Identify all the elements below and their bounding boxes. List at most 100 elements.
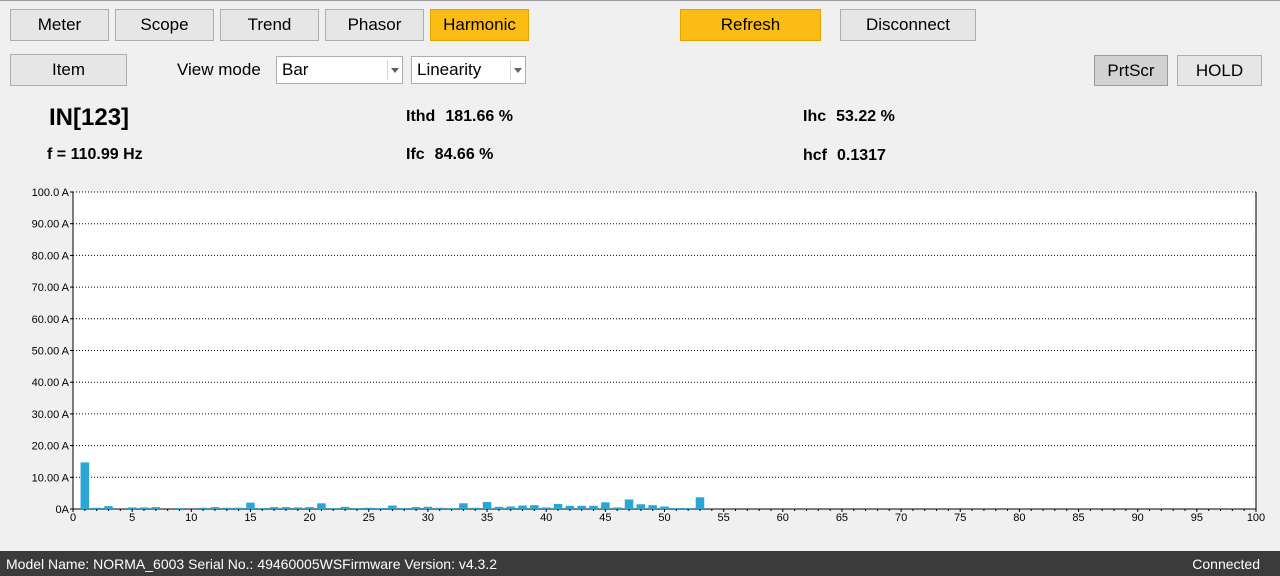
harmonic-bar	[234, 507, 243, 509]
harmonic-bar	[305, 507, 314, 509]
x-tick-label: 25	[363, 512, 375, 524]
ithd-label: Ithd	[406, 108, 436, 125]
harmonic-bar	[553, 503, 563, 509]
channel-title: IN[123]	[49, 104, 130, 131]
y-tick-label: 60.00 A	[32, 314, 70, 326]
harmonic-bar	[494, 506, 504, 509]
harmonic-bar	[695, 497, 705, 509]
x-tick-label: 55	[718, 512, 730, 524]
x-tick-label: 30	[422, 512, 434, 524]
harmonic-bar	[210, 507, 220, 509]
view-mode-select[interactable]: Bar	[276, 56, 403, 84]
harmonic-bar	[612, 507, 622, 509]
harmonic-bar	[411, 507, 421, 509]
refresh-button[interactable]: Refresh	[680, 9, 821, 41]
harmonic-bar	[530, 505, 539, 509]
harmonic-bar	[399, 508, 409, 509]
ifc-value: 84.66 %	[434, 146, 494, 163]
status-bar: Model Name: NORMA_6003 Serial No.: 49460…	[0, 551, 1280, 576]
harmonic-bar	[175, 508, 184, 509]
tab-trend[interactable]: Trend	[220, 9, 319, 41]
harmonic-bar	[364, 507, 374, 509]
x-tick-label: 80	[1013, 512, 1025, 524]
harmonic-bar	[541, 507, 551, 509]
ihc-readout: Ihc 53.22 %	[803, 108, 895, 126]
hcf-value: 0.1317	[837, 147, 886, 164]
harmonic-bar	[222, 507, 232, 509]
hcf-label: hcf	[803, 147, 827, 164]
harmonic-bar	[376, 508, 385, 509]
frequency-readout: f = 110.99 Hz	[47, 146, 143, 163]
tab-meter[interactable]: Meter	[10, 9, 109, 41]
x-tick-label: 10	[185, 512, 197, 524]
y-tick-label: 20.00 A	[32, 441, 70, 453]
harmonic-bar	[601, 502, 610, 509]
harmonic-bar	[518, 505, 527, 509]
item-button[interactable]: Item	[10, 54, 127, 86]
harmonic-bar-chart: 0A 10.00 A 20.00 A 30.00 A 40.00 A 50.00 A 60.…	[32, 187, 1266, 524]
disconnect-button[interactable]: Disconnect	[840, 9, 976, 41]
y-tick-label: 50.00 A	[32, 346, 70, 358]
harmonic-bar	[329, 508, 338, 509]
prtscr-button[interactable]: PrtScr	[1094, 55, 1168, 86]
harmonic-bar	[435, 507, 444, 509]
harmonic-bar	[139, 507, 149, 509]
harmonic-bar	[340, 506, 350, 509]
x-tick-label: 45	[599, 512, 611, 524]
harmonic-bar	[470, 507, 480, 509]
x-tick-label: 5	[129, 512, 135, 524]
scale-select[interactable]: Linearity	[411, 56, 526, 84]
y-tick-label: 10.00 A	[32, 472, 70, 484]
harmonic-bar	[281, 507, 291, 509]
y-tick-label: 90.00 A	[32, 219, 70, 231]
y-tick-label: 100.0 A	[32, 187, 70, 199]
harmonic-bar	[648, 505, 657, 509]
harmonic-bar	[198, 507, 208, 509]
y-tick-label: 80.00 A	[32, 250, 70, 262]
harmonic-bar	[258, 508, 267, 509]
ifc-label: Ifc	[406, 146, 425, 163]
tab-scope[interactable]: Scope	[115, 9, 214, 41]
harmonic-bar	[482, 502, 492, 509]
harmonic-bar	[269, 507, 279, 509]
chevron-down-icon	[387, 60, 402, 80]
harmonic-bar	[660, 506, 669, 509]
harmonic-bar	[388, 505, 397, 509]
x-tick-label: 95	[1191, 512, 1203, 524]
ifc-readout: Ifc 84.66 %	[406, 146, 493, 164]
window-top-border	[0, 0, 1280, 1]
harmonic-bar	[92, 507, 101, 509]
harmonic-bar	[506, 506, 515, 509]
scale-value: Linearity	[417, 60, 482, 79]
harmonic-bar	[293, 507, 303, 509]
harmonic-bar	[127, 507, 137, 509]
x-tick-label: 70	[895, 512, 907, 524]
x-tick-label: 65	[836, 512, 848, 524]
hold-button[interactable]: HOLD	[1177, 55, 1262, 86]
tab-harmonic[interactable]: Harmonic	[430, 9, 529, 41]
harmonic-bar	[246, 502, 255, 509]
x-tick-label: 90	[1132, 512, 1144, 524]
y-tick-label: 30.00 A	[32, 409, 70, 421]
tab-phasor[interactable]: Phasor	[325, 9, 424, 41]
x-tick-label: 100	[1247, 512, 1265, 524]
harmonic-bar	[459, 503, 468, 509]
harmonic-bar	[577, 505, 586, 509]
device-info-text: Model Name: NORMA_6003 Serial No.: 49460…	[6, 556, 497, 572]
harmonic-bar	[624, 499, 634, 509]
ihc-label: Ihc	[803, 108, 827, 125]
chevron-down-icon	[510, 60, 525, 80]
y-tick-label: 70.00 A	[32, 282, 70, 294]
connection-status: Connected	[1192, 556, 1260, 572]
harmonic-bar	[80, 462, 90, 509]
x-tick-label: 35	[481, 512, 493, 524]
harmonic-bar	[352, 508, 362, 509]
y-tick-label: 0A	[56, 504, 70, 516]
x-tick-label: 0	[70, 512, 76, 524]
hcf-readout: hcf 0.1317	[803, 147, 886, 165]
view-mode-value: Bar	[282, 60, 309, 79]
harmonic-bar	[423, 506, 433, 509]
x-tick-label: 50	[658, 512, 670, 524]
x-tick-label: 85	[1072, 512, 1084, 524]
ithd-readout: Ithd 181.66 %	[406, 108, 513, 126]
